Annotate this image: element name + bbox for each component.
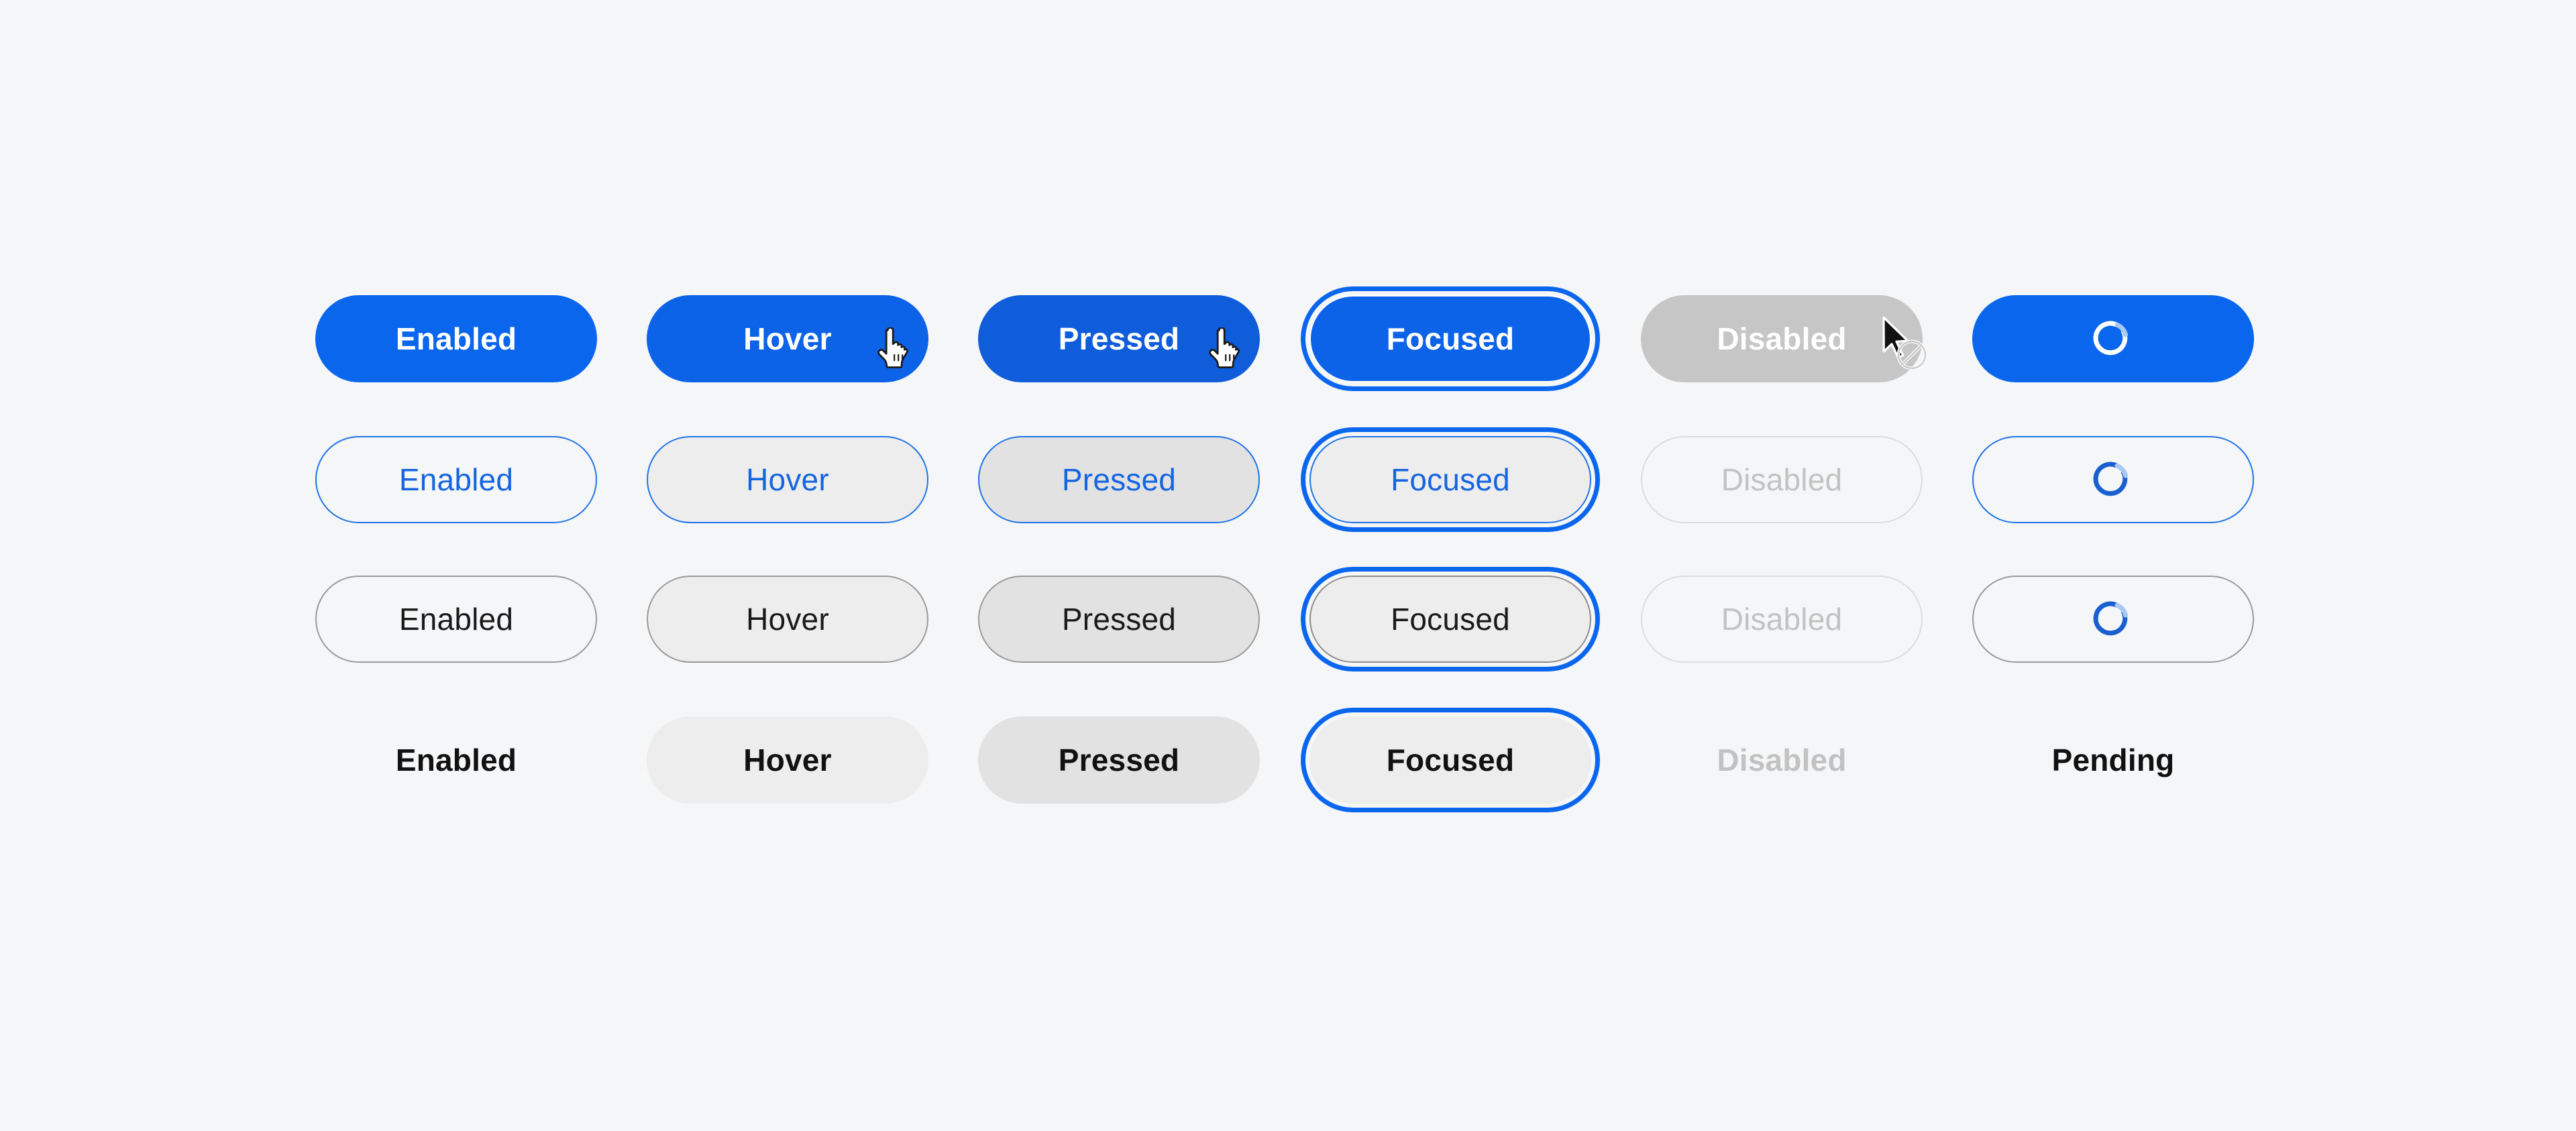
cell-outline-gray-pressed: Pressed [978, 576, 1309, 663]
button-ghost-pressed[interactable]: Pressed [978, 716, 1260, 804]
cell-outline-gray-hover: Hover [647, 576, 978, 663]
cell-outline-blue-enabled: Enabled [315, 436, 647, 523]
button-solid-hover[interactable]: Hover [647, 295, 928, 382]
button-row-ghost: Enabled Hover Pressed Focused Disabled Pendin… [315, 716, 2304, 804]
cell-ghost-hover: Hover [647, 716, 978, 804]
loading-spinner-icon [2093, 601, 2129, 636]
cell-outline-gray-enabled: Enabled [315, 576, 647, 663]
cell-ghost-disabled: Disabled [1641, 716, 1972, 804]
cell-ghost-focused: Focused [1309, 716, 1641, 804]
button-row-solid: Enabled Hover Pressed Focused Disabled [315, 295, 2304, 382]
cell-outline-gray-pending [1972, 576, 2304, 663]
cell-outline-blue-pressed: Pressed [978, 436, 1309, 523]
button-outline-blue-hover[interactable]: Hover [647, 436, 928, 523]
cell-outline-blue-hover: Hover [647, 436, 978, 523]
button-outline-blue-enabled[interactable]: Enabled [315, 436, 597, 523]
button-row-outline-blue: Enabled Hover Pressed Focused Disabled [315, 436, 2304, 523]
button-solid-enabled[interactable]: Enabled [315, 295, 597, 382]
button-state-matrix: Enabled Hover Pressed Focused Disabled Enable… [0, 0, 2576, 1131]
cell-outline-gray-disabled: Disabled [1641, 576, 1972, 663]
button-outline-gray-hover[interactable]: Hover [647, 576, 928, 663]
button-outline-blue-focused[interactable]: Focused [1309, 436, 1591, 523]
button-outline-gray-disabled: Disabled [1641, 576, 1923, 663]
cell-outline-gray-focused: Focused [1309, 576, 1641, 663]
button-outline-gray-enabled[interactable]: Enabled [315, 576, 597, 663]
button-ghost-disabled: Disabled [1641, 716, 1923, 804]
cell-solid-disabled: Disabled [1641, 295, 1972, 382]
button-ghost-enabled[interactable]: Enabled [315, 716, 597, 804]
button-outline-blue-pending[interactable] [1972, 436, 2254, 523]
cell-ghost-pending: Pending [1972, 716, 2304, 804]
cell-ghost-pressed: Pressed [978, 716, 1309, 804]
button-row-outline-gray: Enabled Hover Pressed Focused Disabled [315, 576, 2304, 663]
cell-solid-pressed: Pressed [978, 295, 1309, 382]
cell-ghost-enabled: Enabled [315, 716, 647, 804]
cell-solid-pending [1972, 295, 2304, 382]
cell-outline-blue-pending [1972, 436, 2304, 523]
button-ghost-pending[interactable]: Pending [1972, 716, 2254, 804]
button-solid-pending[interactable] [1972, 295, 2254, 382]
cell-outline-blue-focused: Focused [1309, 436, 1641, 523]
button-solid-pressed[interactable]: Pressed [978, 295, 1260, 382]
button-ghost-hover[interactable]: Hover [647, 716, 928, 804]
button-outline-gray-pressed[interactable]: Pressed [978, 576, 1260, 663]
cell-solid-enabled: Enabled [315, 295, 647, 382]
button-outline-gray-focused[interactable]: Focused [1309, 576, 1591, 663]
button-solid-focused[interactable]: Focused [1309, 295, 1591, 382]
loading-spinner-icon [2093, 321, 2129, 356]
button-ghost-focused[interactable]: Focused [1309, 716, 1591, 804]
cell-solid-hover: Hover [647, 295, 978, 382]
button-solid-disabled: Disabled [1641, 295, 1923, 382]
loading-spinner-icon [2093, 462, 2129, 496]
cell-solid-focused: Focused [1309, 295, 1641, 382]
cell-outline-blue-disabled: Disabled [1641, 436, 1972, 523]
button-outline-blue-disabled: Disabled [1641, 436, 1923, 523]
button-outline-blue-pressed[interactable]: Pressed [978, 436, 1260, 523]
button-outline-gray-pending[interactable] [1972, 576, 2254, 663]
